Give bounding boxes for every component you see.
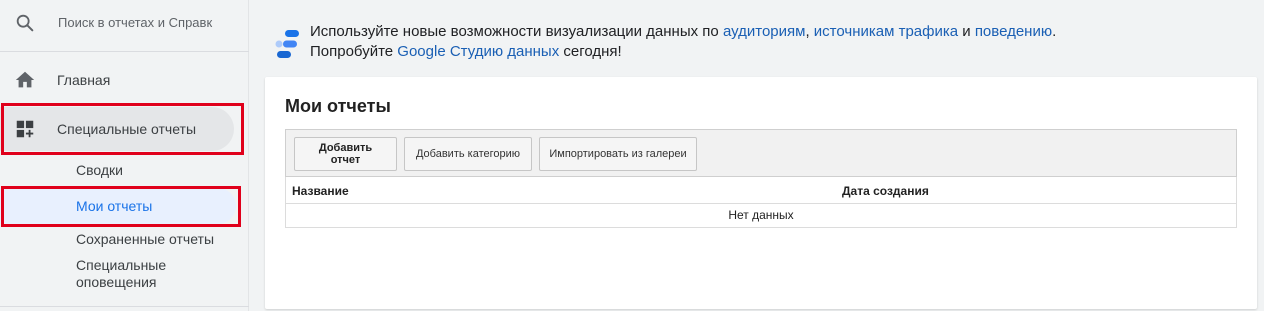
sub-item-summaries[interactable]: Сводки <box>0 162 249 182</box>
sub-item-label: Специальные оповещения <box>76 257 167 290</box>
search-icon[interactable] <box>14 12 36 34</box>
search-input[interactable] <box>58 12 218 32</box>
banner-text-part: Попробуйте <box>310 43 398 60</box>
table-empty-message: Нет данных <box>285 204 1237 228</box>
sub-item-label: Сводки <box>76 162 123 178</box>
search-bar <box>0 0 249 52</box>
page-title: Мои отчеты <box>285 96 391 116</box>
nav-item-home-label: Главная <box>57 72 111 88</box>
link-data-studio[interactable]: Google Студию данных <box>397 43 559 60</box>
my-reports-card: Мои отчеты Добавить отчет Добавить катег… <box>265 77 1257 309</box>
column-header-created-date[interactable]: Дата создания <box>842 184 929 198</box>
sub-item-saved-reports[interactable]: Сохраненные отчеты <box>0 231 249 251</box>
import-from-gallery-button[interactable]: Импортировать из галереи <box>539 137 697 171</box>
banner-line-2: Попробуйте Google Студию данных сегодня! <box>310 42 1210 62</box>
banner-text-part: Используйте новые возможности визуализац… <box>310 23 723 40</box>
banner-text-end: . <box>1052 23 1057 40</box>
nav-item-custom-reports-label: Специальные отчеты <box>57 121 197 137</box>
data-studio-icon <box>275 30 299 58</box>
divider <box>0 306 249 307</box>
link-traffic-sources[interactable]: источникам трафика <box>814 23 958 40</box>
banner-line-1: Используйте новые возможности визуализац… <box>310 22 1210 42</box>
link-behavior[interactable]: поведению <box>975 23 1052 40</box>
reports-toolbar: Добавить отчет Добавить категорию Импорт… <box>285 129 1237 177</box>
column-header-name[interactable]: Название <box>292 184 349 198</box>
link-audiences[interactable]: аудиториям <box>723 23 806 40</box>
add-category-button[interactable]: Добавить категорию <box>404 137 532 171</box>
banner-separator: и <box>958 23 975 40</box>
nav-item-custom-reports[interactable]: Специальные отчеты <box>0 107 249 151</box>
banner-text: Используйте новые возможности визуализац… <box>310 22 1210 62</box>
sub-item-my-reports[interactable]: Мои отчеты <box>0 188 249 224</box>
sub-item-label: Сохраненные отчеты <box>76 231 215 247</box>
sub-item-label: Мои отчеты <box>76 198 153 214</box>
nav-item-home[interactable]: Главная <box>0 58 249 102</box>
add-report-button[interactable]: Добавить отчет <box>294 137 397 171</box>
sidebar: Главная Специальные отчеты Сводки Мои от… <box>0 0 249 311</box>
sub-item-custom-alerts[interactable]: Специальные оповещения <box>0 257 249 297</box>
banner-text-end: сегодня! <box>559 43 622 60</box>
banner-separator: , <box>805 23 814 40</box>
reports-table: Название Дата создания Нет данных <box>285 177 1237 228</box>
dashboard-add-icon <box>16 120 34 138</box>
home-icon <box>15 71 35 88</box>
table-header: Название Дата создания <box>285 177 1237 204</box>
